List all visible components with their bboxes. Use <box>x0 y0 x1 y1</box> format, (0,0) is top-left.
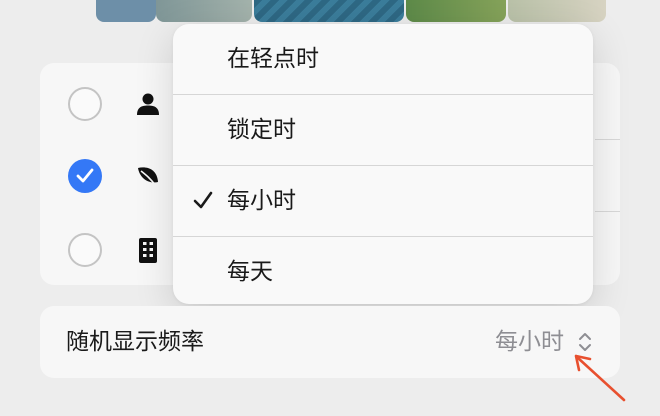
menu-item-label: 在轻点时 <box>227 46 319 72</box>
checkmark-icon <box>193 191 213 209</box>
building-icon <box>139 238 157 263</box>
menu-item-hourly[interactable]: 每小时 <box>173 166 593 236</box>
menu-item-label: 每小时 <box>227 188 296 214</box>
menu-item-label: 锁定时 <box>227 117 296 143</box>
radio-button[interactable] <box>68 87 102 121</box>
photo-thumbnail[interactable] <box>156 0 252 22</box>
photo-thumbnail[interactable] <box>508 0 606 22</box>
menu-item-on-lock[interactable]: 锁定时 <box>173 95 593 165</box>
radio-button[interactable] <box>68 233 102 267</box>
leaf-icon <box>138 167 158 187</box>
checkmark-icon <box>76 168 94 183</box>
row-divider <box>595 211 620 212</box>
frequency-menu: 在轻点时 锁定时 每小时 每天 <box>173 24 593 304</box>
shuffle-frequency-row[interactable]: 随机显示频率 每小时 <box>40 306 620 378</box>
photo-strip <box>96 0 606 22</box>
annotation-arrow-icon <box>574 354 626 402</box>
shuffle-frequency-value: 每小时 <box>495 329 564 355</box>
menu-item-daily[interactable]: 每天 <box>173 237 593 304</box>
menu-item-on-tap[interactable]: 在轻点时 <box>173 24 593 94</box>
menu-item-label: 每天 <box>227 259 273 285</box>
photo-thumbnail[interactable] <box>254 0 404 22</box>
photo-thumbnail[interactable] <box>406 0 506 22</box>
chevron-up-down-icon <box>579 333 591 351</box>
radio-button-selected[interactable] <box>68 159 102 193</box>
shuffle-frequency-label: 随机显示频率 <box>66 329 204 355</box>
person-icon <box>137 93 159 115</box>
photo-thumbnail[interactable] <box>96 0 156 22</box>
